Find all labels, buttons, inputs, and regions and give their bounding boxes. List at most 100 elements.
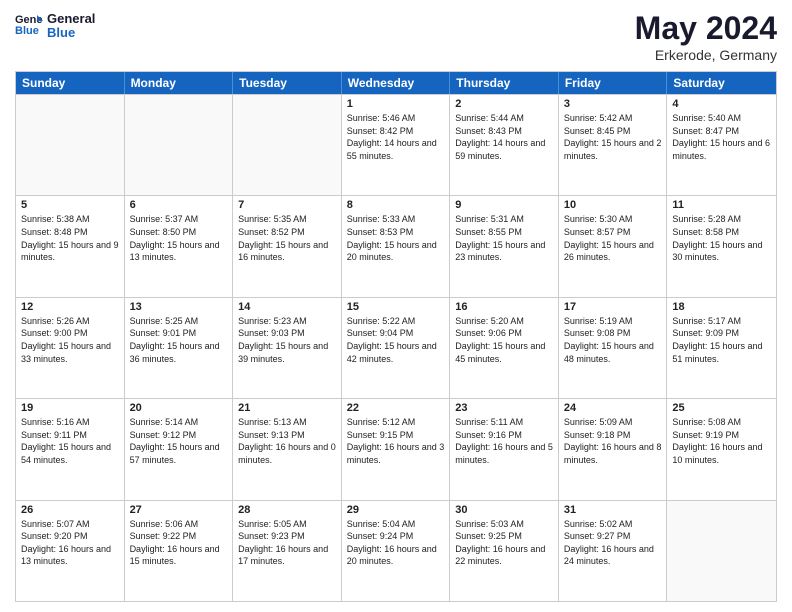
day-number: 26	[21, 504, 119, 516]
day-info: Sunrise: 5:06 AMSunset: 9:22 PMDaylight:…	[130, 518, 228, 568]
day-number: 8	[347, 199, 445, 211]
day-number: 9	[455, 199, 553, 211]
day-number: 4	[672, 98, 771, 110]
calendar-row: 19Sunrise: 5:16 AMSunset: 9:11 PMDayligh…	[16, 398, 776, 499]
day-info: Sunrise: 5:26 AMSunset: 9:00 PMDaylight:…	[21, 315, 119, 365]
calendar-cell: 11Sunrise: 5:28 AMSunset: 8:58 PMDayligh…	[667, 196, 776, 296]
day-number: 17	[564, 301, 662, 313]
logo-icon: General Blue	[15, 11, 43, 39]
day-info: Sunrise: 5:25 AMSunset: 9:01 PMDaylight:…	[130, 315, 228, 365]
day-info: Sunrise: 5:20 AMSunset: 9:06 PMDaylight:…	[455, 315, 553, 365]
calendar-row: 26 Sunrise: 5:07 AMSunset: 9:20 PMDayligh…	[16, 500, 776, 601]
day-of-week-wednesday: Wednesday	[342, 72, 451, 94]
calendar-cell: 9 Sunrise: 5:31 AMSunset: 8:55 PMDaylight…	[450, 196, 559, 296]
calendar-cell	[667, 501, 776, 601]
day-of-week-monday: Monday	[125, 72, 234, 94]
page-header: General Blue General Blue May 2024 Erker…	[15, 10, 777, 63]
day-info: Sunrise: 5:22 AMSunset: 9:04 PMDaylight:…	[347, 315, 445, 365]
calendar-header: SundayMondayTuesdayWednesdayThursdayFrid…	[16, 72, 776, 94]
calendar-cell	[233, 95, 342, 195]
day-number: 24	[564, 402, 662, 414]
day-number: 10	[564, 199, 662, 211]
calendar-cell: 30Sunrise: 5:03 AMSunset: 9:25 PMDayligh…	[450, 501, 559, 601]
month-title: May 2024	[635, 10, 777, 47]
day-number: 13	[130, 301, 228, 313]
day-number: 28	[238, 504, 336, 516]
title-block: May 2024 Erkerode, Germany	[635, 10, 777, 63]
day-info: Sunrise: 5:17 AMSunset: 9:09 PMDaylight:…	[672, 315, 771, 365]
day-info: Sunrise: 5:03 AMSunset: 9:25 PMDaylight:…	[455, 518, 553, 568]
day-number: 12	[21, 301, 119, 313]
calendar-cell	[125, 95, 234, 195]
calendar-cell: 2 Sunrise: 5:44 AMSunset: 8:43 PMDaylight…	[450, 95, 559, 195]
calendar-cell: 6 Sunrise: 5:37 AMSunset: 8:50 PMDaylight…	[125, 196, 234, 296]
day-info: Sunrise: 5:09 AMSunset: 9:18 PMDaylight:…	[564, 416, 662, 466]
day-number: 6	[130, 199, 228, 211]
calendar-cell: 18 Sunrise: 5:17 AMSunset: 9:09 PMDayligh…	[667, 298, 776, 398]
day-info: Sunrise: 5:07 AMSunset: 9:20 PMDaylight:…	[21, 518, 119, 568]
calendar-cell: 12 Sunrise: 5:26 AMSunset: 9:00 PMDayligh…	[16, 298, 125, 398]
day-info: Sunrise: 5:23 AMSunset: 9:03 PMDaylight:…	[238, 315, 336, 365]
calendar-cell: 27 Sunrise: 5:06 AMSunset: 9:22 PMDayligh…	[125, 501, 234, 601]
calendar-cell: 26 Sunrise: 5:07 AMSunset: 9:20 PMDayligh…	[16, 501, 125, 601]
calendar-cell: 1 Sunrise: 5:46 AMSunset: 8:42 PMDaylight…	[342, 95, 451, 195]
day-info: Sunrise: 5:37 AMSunset: 8:50 PMDaylight:…	[130, 213, 228, 263]
day-info: Sunrise: 5:14 AMSunset: 9:12 PMDaylight:…	[130, 416, 228, 466]
day-number: 2	[455, 98, 553, 110]
day-number: 25	[672, 402, 771, 414]
calendar-cell: 5Sunrise: 5:38 AMSunset: 8:48 PMDaylight…	[16, 196, 125, 296]
calendar-cell: 19Sunrise: 5:16 AMSunset: 9:11 PMDayligh…	[16, 399, 125, 499]
day-info: Sunrise: 5:11 AMSunset: 9:16 PMDaylight:…	[455, 416, 553, 466]
calendar-row: 12 Sunrise: 5:26 AMSunset: 9:00 PMDayligh…	[16, 297, 776, 398]
day-info: Sunrise: 5:16 AMSunset: 9:11 PMDaylight:…	[21, 416, 119, 466]
day-number: 18	[672, 301, 771, 313]
calendar-body: 1 Sunrise: 5:46 AMSunset: 8:42 PMDaylight…	[16, 94, 776, 601]
calendar-cell: 23 Sunrise: 5:11 AMSunset: 9:16 PMDayligh…	[450, 399, 559, 499]
calendar-cell: 14Sunrise: 5:23 AMSunset: 9:03 PMDayligh…	[233, 298, 342, 398]
calendar-cell: 15 Sunrise: 5:22 AMSunset: 9:04 PMDayligh…	[342, 298, 451, 398]
day-info: Sunrise: 5:46 AMSunset: 8:42 PMDaylight:…	[347, 112, 445, 162]
svg-text:Blue: Blue	[15, 25, 39, 37]
day-info: Sunrise: 5:31 AMSunset: 8:55 PMDaylight:…	[455, 213, 553, 263]
day-number: 31	[564, 504, 662, 516]
calendar-row: 1 Sunrise: 5:46 AMSunset: 8:42 PMDaylight…	[16, 94, 776, 195]
day-number: 23	[455, 402, 553, 414]
day-of-week-saturday: Saturday	[667, 72, 776, 94]
day-info: Sunrise: 5:08 AMSunset: 9:19 PMDaylight:…	[672, 416, 771, 466]
day-number: 7	[238, 199, 336, 211]
calendar-cell: 10 Sunrise: 5:30 AMSunset: 8:57 PMDayligh…	[559, 196, 668, 296]
calendar-cell: 31Sunrise: 5:02 AMSunset: 9:27 PMDayligh…	[559, 501, 668, 601]
day-info: Sunrise: 5:40 AMSunset: 8:47 PMDaylight:…	[672, 112, 771, 162]
day-number: 27	[130, 504, 228, 516]
logo: General Blue General Blue	[15, 10, 95, 41]
day-number: 11	[672, 199, 771, 211]
calendar-cell: 29 Sunrise: 5:04 AMSunset: 9:24 PMDayligh…	[342, 501, 451, 601]
day-info: Sunrise: 5:05 AMSunset: 9:23 PMDaylight:…	[238, 518, 336, 568]
calendar-cell: 28 Sunrise: 5:05 AMSunset: 9:23 PMDayligh…	[233, 501, 342, 601]
day-info: Sunrise: 5:33 AMSunset: 8:53 PMDaylight:…	[347, 213, 445, 263]
day-info: Sunrise: 5:04 AMSunset: 9:24 PMDaylight:…	[347, 518, 445, 568]
logo-text-blue: Blue	[47, 26, 95, 40]
calendar-row: 5Sunrise: 5:38 AMSunset: 8:48 PMDaylight…	[16, 195, 776, 296]
day-number: 21	[238, 402, 336, 414]
calendar-cell: 8 Sunrise: 5:33 AMSunset: 8:53 PMDaylight…	[342, 196, 451, 296]
day-number: 15	[347, 301, 445, 313]
location: Erkerode, Germany	[635, 47, 777, 63]
day-of-week-tuesday: Tuesday	[233, 72, 342, 94]
day-info: Sunrise: 5:13 AMSunset: 9:13 PMDaylight:…	[238, 416, 336, 466]
calendar-cell: 22Sunrise: 5:12 AMSunset: 9:15 PMDayligh…	[342, 399, 451, 499]
day-info: Sunrise: 5:38 AMSunset: 8:48 PMDaylight:…	[21, 213, 119, 263]
day-number: 1	[347, 98, 445, 110]
day-of-week-friday: Friday	[559, 72, 668, 94]
day-info: Sunrise: 5:44 AMSunset: 8:43 PMDaylight:…	[455, 112, 553, 162]
day-of-week-thursday: Thursday	[450, 72, 559, 94]
day-number: 29	[347, 504, 445, 516]
calendar-cell: 7Sunrise: 5:35 AMSunset: 8:52 PMDaylight…	[233, 196, 342, 296]
calendar-cell: 13 Sunrise: 5:25 AMSunset: 9:01 PMDayligh…	[125, 298, 234, 398]
calendar-cell: 21 Sunrise: 5:13 AMSunset: 9:13 PMDayligh…	[233, 399, 342, 499]
day-number: 22	[347, 402, 445, 414]
calendar-cell: 25 Sunrise: 5:08 AMSunset: 9:19 PMDayligh…	[667, 399, 776, 499]
calendar-cell: 4 Sunrise: 5:40 AMSunset: 8:47 PMDaylight…	[667, 95, 776, 195]
day-info: Sunrise: 5:30 AMSunset: 8:57 PMDaylight:…	[564, 213, 662, 263]
day-info: Sunrise: 5:42 AMSunset: 8:45 PMDaylight:…	[564, 112, 662, 162]
